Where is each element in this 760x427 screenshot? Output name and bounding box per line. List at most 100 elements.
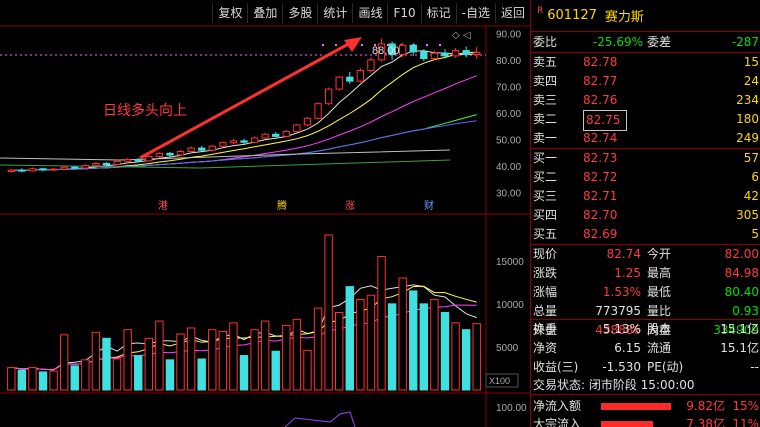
bid-row[interactable]: 买三 82.71 42 [531,187,760,206]
volume-bar[interactable] [38,371,48,391]
volume-bar[interactable] [282,324,291,391]
volume-bar[interactable] [271,350,280,391]
ask-row[interactable]: 卖二 82.75 180 [531,110,760,131]
toolbar-btn-6[interactable]: 标记 [420,3,456,23]
volume-bar[interactable] [250,329,259,391]
volume-bar[interactable] [260,320,270,391]
event-marker-4[interactable]: 财 [424,199,434,212]
candle[interactable] [39,168,47,171]
ask-row[interactable]: 卖三 82.76 234 [531,91,760,110]
volume-bar[interactable] [186,327,196,391]
candle[interactable] [134,158,142,162]
volume-bar[interactable] [366,294,376,391]
candle[interactable] [92,162,100,167]
volume-bar[interactable] [387,303,397,391]
volume-bar[interactable] [91,331,101,391]
volume-bar[interactable] [356,299,365,391]
bid-row[interactable]: 买二 82.72 6 [531,168,760,187]
volume-bar[interactable] [398,277,407,391]
candle[interactable] [462,50,470,56]
event-marker-1[interactable]: 港 [158,200,168,212]
bid-row[interactable]: 买四 82.70 305 [531,206,760,225]
candle[interactable] [155,152,164,158]
candle[interactable] [420,51,428,60]
event-marker-3[interactable]: 涨 [345,200,355,212]
volume-bar[interactable] [208,329,217,391]
bid-row[interactable]: 买五 82.69 5 [531,225,760,244]
candle[interactable] [282,131,290,137]
volume-bar[interactable] [440,311,450,391]
volume-bar[interactable] [7,367,16,391]
candle[interactable] [18,169,26,172]
stock-code[interactable]: 601127 [547,8,597,23]
volume-bar[interactable] [334,311,344,391]
toolbar-btn-3[interactable]: 统计 [317,3,352,23]
candle[interactable] [7,169,15,172]
candle[interactable] [208,145,216,151]
volume-bar[interactable] [70,365,79,391]
candle[interactable] [473,52,481,56]
candle[interactable] [356,70,365,82]
ask-row[interactable]: 卖四 82.77 24 [531,72,760,91]
toolbar-btn-4[interactable]: 画线 [352,3,387,23]
bid-row[interactable]: 买一 82.73 57 [531,149,760,168]
volume-bar[interactable] [324,234,333,391]
candle[interactable] [102,162,111,166]
volume-bar[interactable] [49,370,58,391]
volume-bar[interactable] [292,318,302,391]
toolbar-btn-7[interactable]: -自选 [455,3,495,23]
candle[interactable] [409,44,417,53]
volume-bar[interactable] [303,349,312,391]
candle[interactable] [293,124,301,133]
volume-bar[interactable] [461,329,471,391]
candle[interactable] [303,117,312,126]
volume-bar[interactable] [451,322,460,391]
volume-bar[interactable] [419,303,429,391]
event-marker-2[interactable]: 腾 [277,199,287,212]
volume-bar[interactable] [155,320,164,391]
volume-bar[interactable] [472,323,481,391]
candle[interactable] [335,76,343,90]
toolbar-btn-1[interactable]: 叠加 [247,3,282,23]
candle[interactable] [261,133,269,139]
candle[interactable] [398,44,407,56]
volume-bar[interactable] [218,330,228,391]
volume-bar[interactable] [176,333,185,391]
candle[interactable] [123,158,132,162]
volume-bar[interactable] [28,367,37,391]
volume-bar[interactable] [430,299,439,391]
candle[interactable] [60,166,68,170]
candle[interactable] [250,137,259,143]
volume-bar[interactable] [59,334,69,391]
candle[interactable] [28,168,37,172]
volume-bar[interactable] [134,355,143,391]
candle[interactable] [198,147,206,151]
candle[interactable] [430,52,439,60]
candle[interactable] [71,166,79,169]
toolbar-btn-8[interactable]: 返回 [494,3,530,23]
candle[interactable] [229,140,238,144]
candle[interactable] [367,59,375,71]
volume-bar[interactable] [81,359,90,391]
volume-bar[interactable] [112,358,122,391]
volume-bar[interactable] [197,358,206,391]
candle[interactable] [272,133,280,137]
candle[interactable] [346,76,354,82]
candle[interactable] [176,151,185,156]
volume-bar[interactable] [409,290,418,391]
kline-chart[interactable]: 90.00 80.00 70.00 60.00 50.00 40.00 30.00 15000… [0,0,530,427]
candle[interactable] [81,165,90,169]
volume-bar[interactable] [165,359,175,391]
candle[interactable] [145,156,153,162]
chevron-left-icon[interactable]: ◁ [463,30,471,41]
volume-bar[interactable] [313,307,323,391]
candle[interactable] [219,142,227,147]
volume-bar[interactable] [345,286,354,391]
volume-bar[interactable] [377,255,386,391]
toolbar-btn-2[interactable]: 多股 [282,3,317,23]
toolbar-btn-5[interactable]: F10 [387,3,420,23]
volume-bar[interactable] [239,355,249,391]
candle[interactable] [113,160,121,166]
candle[interactable] [451,50,460,57]
volume-bar[interactable] [17,369,27,391]
